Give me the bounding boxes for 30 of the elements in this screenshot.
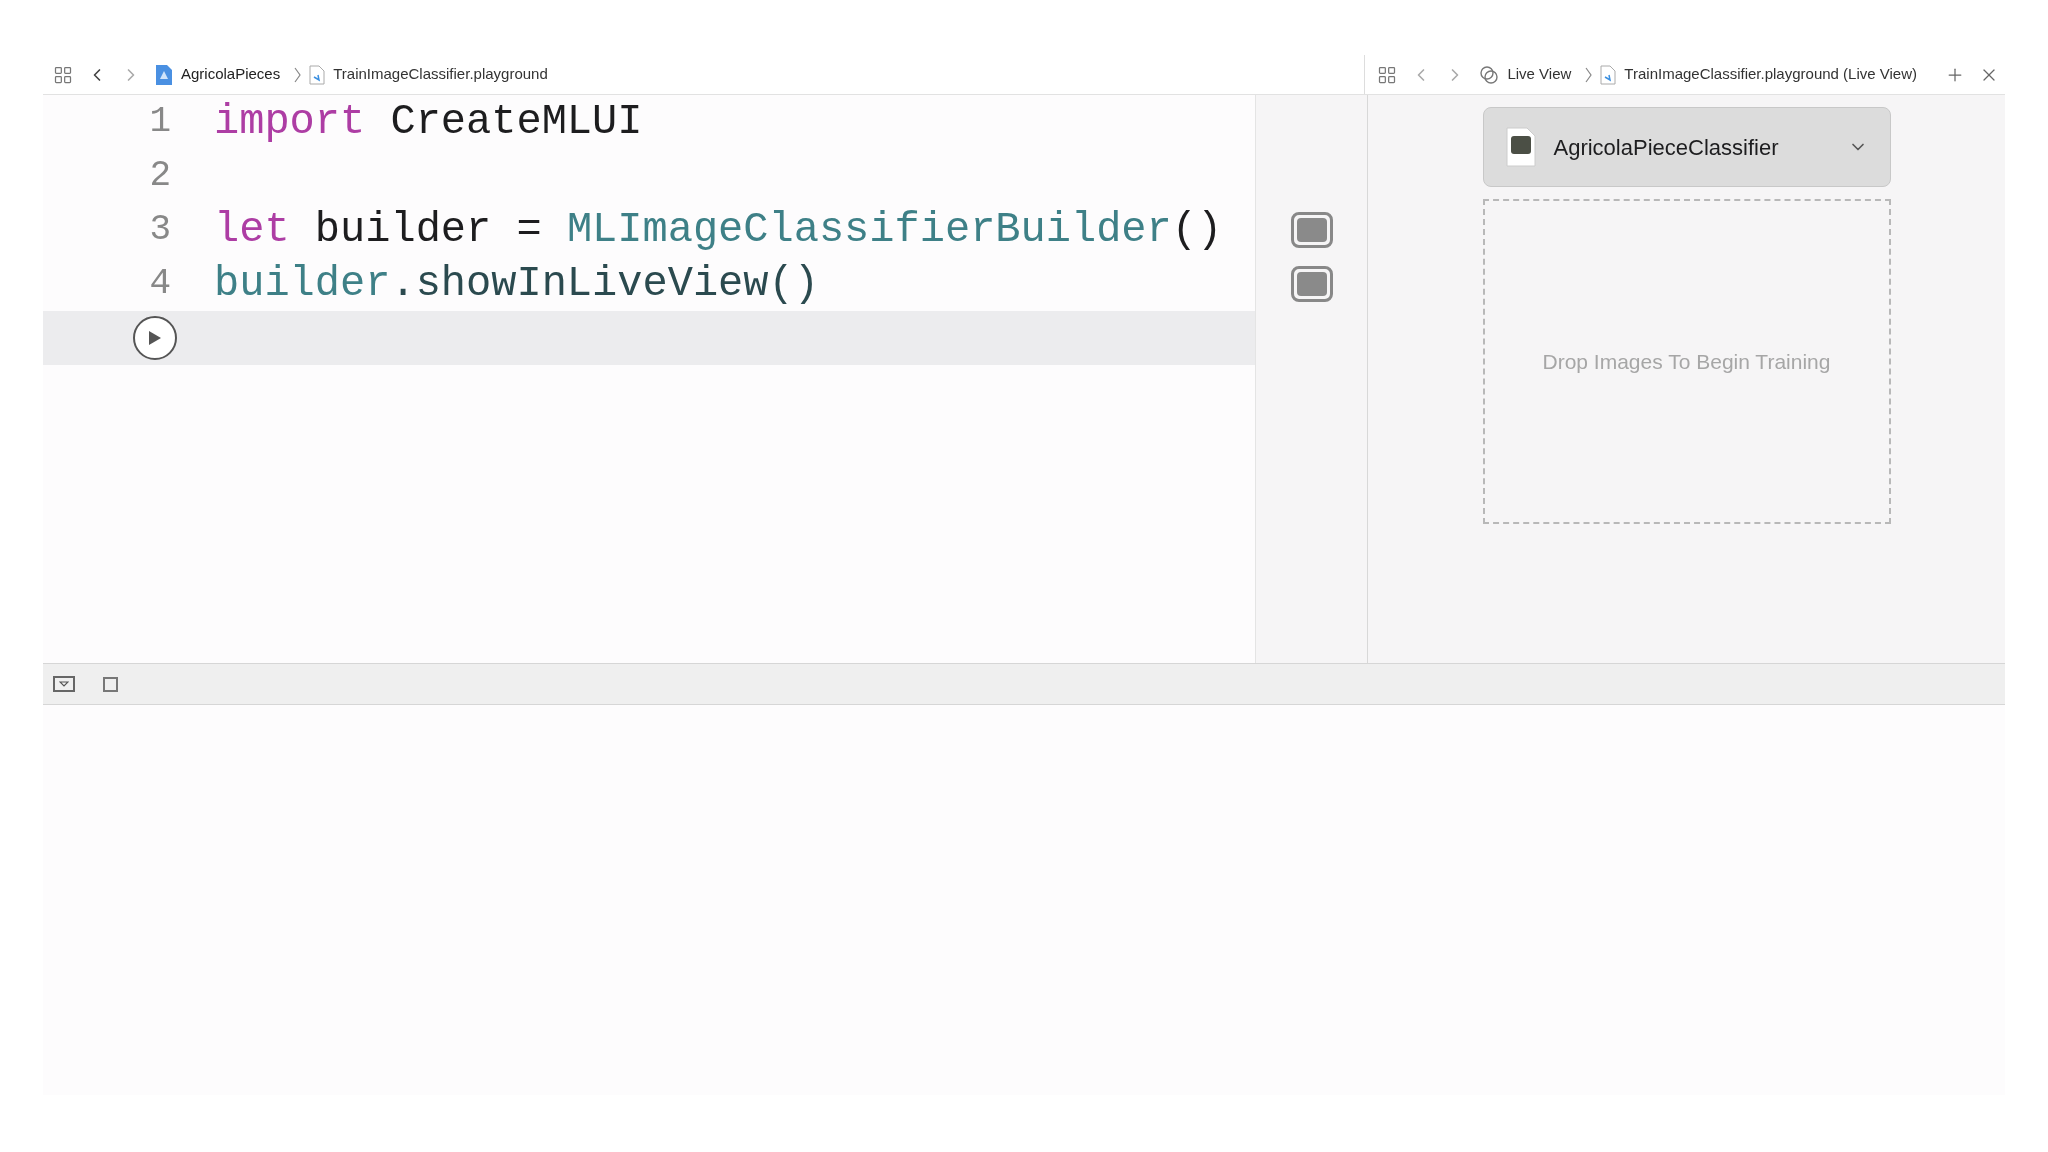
model-file-icon (1505, 127, 1536, 167)
project-icon (155, 63, 173, 86)
grid-icon[interactable] (1377, 64, 1398, 85)
play-button[interactable] (133, 316, 177, 360)
rings-icon (1479, 64, 1500, 85)
line-number: 3 (148, 208, 172, 252)
code-line: import CreateMLUI (214, 96, 643, 148)
code-line: builder.showInLiveView() (214, 258, 819, 310)
result-toggle-icon[interactable] (1290, 266, 1333, 302)
play-icon (148, 330, 162, 346)
line-number: 1 (148, 100, 172, 144)
breadcrumb-item[interactable]: TrainImageClassifier.playground (Live View) (1624, 63, 1917, 86)
breadcrumb-item[interactable]: AgricolaPieces (181, 63, 281, 86)
breadcrumb-item[interactable]: Live View (1507, 63, 1572, 86)
line-number: 4 (148, 262, 172, 306)
grid-icon[interactable] (53, 64, 73, 85)
result-toggle-icon[interactable] (1290, 212, 1333, 248)
hide-debug-button[interactable] (53, 676, 75, 692)
code-line: let builder = MLImageClassifierBuilder() (214, 204, 1223, 256)
file-icon (309, 64, 326, 85)
breadcrumb-item[interactable]: TrainImageClassifier.playground (333, 63, 548, 86)
drop-hint: Drop Images To Begin Training (1542, 348, 1831, 375)
model-dropdown[interactable]: AgricolaPieceClassifier (1482, 107, 1891, 187)
triangle-down-icon (59, 681, 69, 687)
chevron-right-icon (294, 66, 302, 83)
file-icon (1600, 64, 1617, 85)
line-number: 2 (148, 154, 172, 198)
chevron-right-icon (1585, 66, 1593, 83)
console-button[interactable] (103, 676, 118, 692)
model-name: AgricolaPieceClassifier (1553, 133, 1780, 162)
